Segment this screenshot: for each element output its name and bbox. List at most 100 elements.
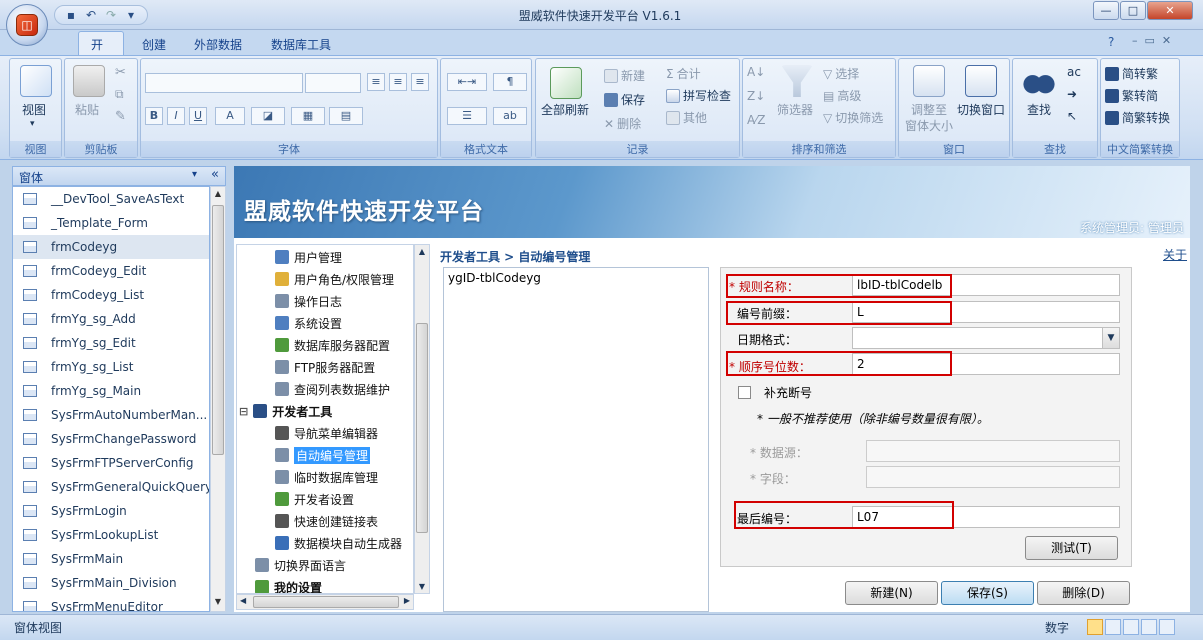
tree-node[interactable]: 切换界面语言 bbox=[255, 554, 346, 576]
tree-node[interactable]: 数据库服务器配置 bbox=[275, 334, 390, 356]
tab-external-data[interactable]: 外部数据 bbox=[182, 32, 254, 56]
view-button[interactable]: 视图 bbox=[22, 101, 46, 118]
tree-node[interactable]: 用户管理 bbox=[275, 246, 342, 268]
form-list-item[interactable]: SysFrmMenuEditor bbox=[13, 595, 209, 611]
selection-button[interactable]: ▽ 选择 bbox=[823, 65, 859, 82]
form-list-scrollbar[interactable]: ▲ ▼ bbox=[210, 186, 226, 612]
save-record-button[interactable]: 保存 bbox=[604, 91, 645, 108]
align-left-icon[interactable]: ≡ bbox=[367, 73, 385, 91]
save-button[interactable]: 保存(S) bbox=[941, 581, 1034, 605]
list-item[interactable]: ygID-tblCodeyg bbox=[444, 268, 708, 288]
collapse-pane-icon[interactable]: « bbox=[211, 167, 219, 182]
more-button[interactable]: 其他 bbox=[666, 109, 707, 126]
tree-node[interactable]: 快速创建链接表 bbox=[275, 510, 378, 532]
form-list-item[interactable]: SysFrmMain bbox=[13, 547, 209, 571]
t2s-button[interactable]: 繁转简 bbox=[1105, 87, 1158, 104]
form-list-item[interactable]: SysFrmAutoNumberMan... bbox=[13, 403, 209, 427]
rtl-icon[interactable]: ¶ bbox=[493, 73, 527, 91]
tree-node[interactable]: 用户角色/权限管理 bbox=[275, 268, 394, 290]
form-list-item[interactable]: SysFrmLogin bbox=[13, 499, 209, 523]
advanced-button[interactable]: ▤ 高级 bbox=[823, 87, 861, 104]
ribbon-window-controls[interactable]: – ▭ ✕ bbox=[1132, 34, 1171, 47]
new-record-button[interactable]: 新建 bbox=[604, 67, 645, 84]
alt-row-color-icon[interactable]: ▤ bbox=[329, 107, 363, 125]
collapse-icon[interactable]: ⊟ bbox=[239, 405, 248, 418]
indent-icon[interactable]: ⇤⇥ bbox=[447, 73, 487, 91]
font-size-combo[interactable] bbox=[305, 73, 361, 93]
tree-node[interactable]: 临时数据库管理 bbox=[275, 466, 378, 488]
minimize-button[interactable]: — bbox=[1093, 1, 1119, 20]
delete-button[interactable]: 删除(D) bbox=[1037, 581, 1130, 605]
highlight-icon[interactable]: ab bbox=[493, 107, 527, 125]
new-button[interactable]: 新建(N) bbox=[845, 581, 938, 605]
toggle-filter-button[interactable]: ▽ 切换筛选 bbox=[823, 109, 883, 126]
clear-sort-icon[interactable]: A⁄Z bbox=[747, 113, 765, 127]
form-list-item[interactable]: frmCodeyg bbox=[13, 235, 209, 259]
italic-button[interactable]: I bbox=[167, 107, 185, 125]
copy-icon[interactable]: ⧉ bbox=[115, 87, 124, 102]
goto-icon[interactable]: ➜ bbox=[1067, 87, 1077, 101]
maximize-button[interactable]: □ bbox=[1120, 1, 1146, 20]
tree-horizontal-scrollbar[interactable]: ◀ ▶ bbox=[236, 594, 414, 610]
sort-desc-icon[interactable]: Z↓ bbox=[747, 89, 765, 103]
font-name-combo[interactable] bbox=[145, 73, 303, 93]
design-view-icon[interactable] bbox=[1159, 619, 1175, 635]
paste-button[interactable]: 粘贴 bbox=[75, 101, 99, 118]
switch-window-button[interactable]: 切换窗口 bbox=[957, 101, 1005, 118]
delete-record-button[interactable]: ✕ 删除 bbox=[604, 115, 641, 132]
select-icon[interactable]: ↖ bbox=[1067, 109, 1077, 123]
totals-button[interactable]: Σ 合计 bbox=[666, 65, 701, 82]
save-icon[interactable]: ▪ bbox=[63, 7, 79, 23]
form-list-item[interactable]: SysFrmGeneralQuickQuery bbox=[13, 475, 209, 499]
tree-node[interactable]: 我的设置 bbox=[255, 576, 322, 593]
form-list-item[interactable]: frmYg_sg_Main bbox=[13, 379, 209, 403]
form-list-item[interactable]: SysFrmFTPServerConfig bbox=[13, 451, 209, 475]
underline-button[interactable]: U bbox=[189, 107, 207, 125]
gridlines-icon[interactable]: ▦ bbox=[291, 107, 325, 125]
tree-node[interactable]: 开发者设置 bbox=[275, 488, 354, 510]
undo-icon[interactable]: ↶ bbox=[83, 7, 99, 23]
filter-button[interactable]: 筛选器 bbox=[777, 101, 813, 118]
cut-icon[interactable]: ✂ bbox=[115, 65, 126, 80]
form-list-item[interactable]: frmYg_sg_List bbox=[13, 355, 209, 379]
nav-pane-header[interactable]: 窗体 ▾ « bbox=[12, 166, 226, 186]
form-list-item[interactable]: frmCodeyg_Edit bbox=[13, 259, 209, 283]
customize-icon[interactable]: ▾ bbox=[123, 7, 139, 23]
refresh-all-button[interactable]: 全部刷新 bbox=[541, 101, 589, 118]
tree-node[interactable]: 数据模块自动生成器 bbox=[275, 532, 402, 554]
tree-node[interactable]: FTP服务器配置 bbox=[275, 356, 375, 378]
chevron-down-icon[interactable]: ▼ bbox=[1102, 328, 1119, 348]
layout-view-icon[interactable] bbox=[1123, 619, 1139, 635]
bold-button[interactable]: B bbox=[145, 107, 163, 125]
tab-create[interactable]: 创建 bbox=[130, 32, 178, 56]
fit-window-button[interactable]: 调整至 bbox=[911, 101, 947, 118]
redo-icon[interactable]: ↷ bbox=[103, 7, 119, 23]
tree-node[interactable]: ⊟ 开发者工具 bbox=[239, 400, 332, 422]
tree-node[interactable]: 自动编号管理 bbox=[275, 444, 371, 466]
about-link[interactable]: 关于 bbox=[1163, 246, 1187, 263]
form-list-item[interactable]: frmYg_sg_Add bbox=[13, 307, 209, 331]
office-button[interactable]: ◫ bbox=[6, 4, 48, 46]
form-list-item[interactable]: __DevTool_SaveAsText bbox=[13, 187, 209, 211]
chevron-down-icon[interactable]: ▾ bbox=[192, 169, 197, 180]
fill-color-icon[interactable]: ◪ bbox=[251, 107, 285, 125]
format-painter-icon[interactable]: ✎ bbox=[115, 109, 126, 124]
font-color-button[interactable]: A bbox=[215, 107, 245, 125]
form-list-item[interactable]: _Template_Form bbox=[13, 211, 209, 235]
convert-button[interactable]: 简繁转换 bbox=[1105, 109, 1170, 126]
tab-home[interactable]: 开始 bbox=[78, 31, 124, 69]
form-list-item[interactable]: frmYg_sg_Edit bbox=[13, 331, 209, 355]
sort-asc-icon[interactable]: A↓ bbox=[747, 65, 765, 79]
pivot-view-icon[interactable] bbox=[1141, 619, 1157, 635]
list-icon[interactable]: ☰ bbox=[447, 107, 487, 125]
datasheet-view-icon[interactable] bbox=[1105, 619, 1121, 635]
test-button[interactable]: 测试(T) bbox=[1025, 536, 1118, 560]
form-view-icon[interactable] bbox=[1087, 619, 1103, 635]
tree-node[interactable]: 导航菜单编辑器 bbox=[275, 422, 378, 444]
tree-vertical-scrollbar[interactable]: ▲ ▼ bbox=[414, 244, 430, 594]
tree-node[interactable]: 操作日志 bbox=[275, 290, 342, 312]
tree-node[interactable]: 查阅列表数据维护 bbox=[275, 378, 390, 400]
tree-node[interactable]: 系统设置 bbox=[275, 312, 342, 334]
form-list-item[interactable]: SysFrmLookupList bbox=[13, 523, 209, 547]
form-list-item[interactable]: SysFrmChangePassword bbox=[13, 427, 209, 451]
